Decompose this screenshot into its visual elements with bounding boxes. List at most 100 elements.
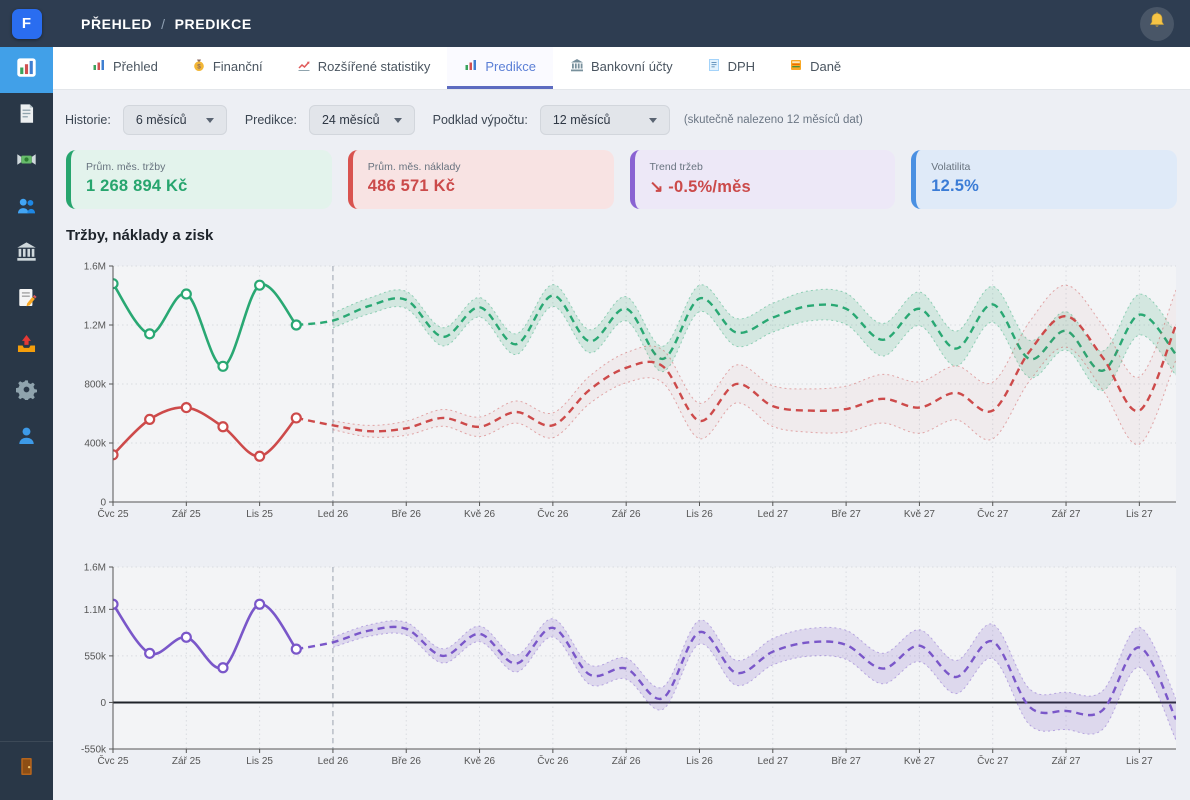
breadcrumb: PŘEHLED/PREDIKCE [81,16,252,32]
stat-card-value: 1 268 894 Kč [86,177,317,196]
chart-section-title: Tržby, náklady a zisk [53,211,1190,244]
breadcrumb-parent[interactable]: PŘEHLED [81,16,152,32]
svg-text:Led 27: Led 27 [757,509,788,520]
svg-text:Bře 26: Bře 26 [392,756,422,767]
svg-text:Zář 25: Zář 25 [172,509,201,520]
svg-text:Bře 26: Bře 26 [392,509,422,520]
memo-icon [16,287,37,313]
chart-increasing-icon [297,58,311,75]
logo-area: F [0,0,53,47]
sidebar-item-logout[interactable] [0,746,53,792]
svg-text:0: 0 [100,498,106,509]
svg-text:Lis 27: Lis 27 [1126,756,1153,767]
svg-text:1.6M: 1.6M [84,262,106,273]
svg-text:Čvc 27: Čvc 27 [977,507,1009,520]
tab-bar: Přehled $ Finanční Rozšířené statistiky … [53,47,1190,90]
svg-text:Zář 27: Zář 27 [1052,509,1081,520]
prediction-label: Predikce: [245,113,297,127]
bar-chart-icon [92,58,106,75]
stat-card-volatility: Volatilita 12.5% [911,150,1177,209]
outbox-icon [16,333,37,359]
gear-icon [16,379,37,405]
sidebar-item-expenses[interactable] [0,139,53,185]
svg-text:Zář 26: Zář 26 [612,509,641,520]
tab-dph[interactable]: DPH [690,47,772,89]
tab-financni[interactable]: $ Finanční [175,47,280,89]
tab-label: DPH [728,59,755,74]
stat-card-revenue-trend: Trend tržeb ↘ -0.5%/měs [630,150,896,209]
svg-text:Led 26: Led 26 [318,756,349,767]
tab-label: Predikce [485,59,536,74]
main-content: Historie: 6 měsíců Predikce: 24 měsíců P… [53,90,1190,800]
sidebar-item-documents[interactable] [0,93,53,139]
stat-card-label: Prům. měs. tržby [86,161,317,173]
ledger-icon [789,58,803,75]
tab-label: Přehled [113,59,158,74]
prediction-select[interactable]: 24 měsíců [309,105,415,135]
stat-card-label: Prům. měs. náklady [368,161,599,173]
sidebar-item-export[interactable] [0,323,53,369]
tab-dane[interactable]: Daně [772,47,858,89]
tab-bankovni-ucty[interactable]: Bankovní účty [553,47,690,89]
svg-text:Led 27: Led 27 [757,756,788,767]
tab-label: Finanční [213,59,263,74]
svg-text:400k: 400k [84,439,107,450]
history-select[interactable]: 6 měsíců [123,105,227,135]
sidebar-item-bank[interactable] [0,231,53,277]
svg-text:Lis 25: Lis 25 [246,509,273,520]
stat-card-value: 486 571 Kč [368,177,599,196]
tab-label: Rozšířené statistiky [318,59,431,74]
svg-text:Čvc 25: Čvc 25 [97,754,129,767]
bank-icon [570,58,584,75]
stat-card-label: Volatilita [931,161,1162,173]
stat-card-value: 12.5% [931,177,1162,196]
receipt-icon [707,58,721,75]
svg-text:Lis 27: Lis 27 [1126,509,1153,520]
svg-text:Bře 27: Bře 27 [831,756,861,767]
stat-card-value: ↘ -0.5%/měs [650,177,881,197]
svg-text:-550k: -550k [81,745,107,756]
stat-card-avg-revenue: Prům. měs. tržby 1 268 894 Kč [66,150,332,209]
chevron-down-icon [394,118,402,123]
tab-prehled[interactable]: Přehled [75,47,175,89]
sidebar-item-settings[interactable] [0,369,53,415]
sidebar-item-dashboard[interactable] [0,47,53,93]
svg-text:Bře 27: Bře 27 [831,509,861,520]
app-logo[interactable]: F [12,9,42,39]
sidebar-item-contacts[interactable] [0,185,53,231]
bell-icon [1147,11,1167,36]
sidebar-item-profile[interactable] [0,415,53,461]
document-icon [16,103,37,129]
bank-icon [16,241,37,267]
svg-text:Kvě 27: Kvě 27 [904,756,936,767]
charts-area: 0400k800k1.2M1.6MČvc 25Zář 25Lis 25Led 2… [53,256,1190,780]
svg-text:Lis 25: Lis 25 [246,756,273,767]
sidebar: F [0,0,53,800]
svg-text:Zář 27: Zář 27 [1052,756,1081,767]
stat-card-avg-costs: Prům. měs. náklady 486 571 Kč [348,150,614,209]
sidebar-divider [0,741,53,742]
chevron-down-icon [649,118,657,123]
svg-text:Čvc 26: Čvc 26 [537,507,569,520]
svg-text:Kvě 26: Kvě 26 [464,756,496,767]
svg-text:Zář 25: Zář 25 [172,756,201,767]
sidebar-item-notes[interactable] [0,277,53,323]
breadcrumb-current: PREDIKCE [175,16,252,32]
stat-cards-row: Prům. měs. tržby 1 268 894 Kč Prům. měs.… [53,145,1190,211]
svg-text:$: $ [197,64,201,71]
tab-label: Daně [810,59,841,74]
svg-text:Čvc 26: Čvc 26 [537,754,569,767]
bar-chart-icon [464,58,478,75]
svg-text:Kvě 26: Kvě 26 [464,509,496,520]
basis-select[interactable]: 12 měsíců [540,105,670,135]
svg-text:1.1M: 1.1M [84,605,106,616]
basis-label: Podklad výpočtu: [433,113,528,127]
svg-text:0: 0 [100,698,106,709]
stat-card-label: Trend tržeb [650,161,881,173]
tab-predikce[interactable]: Predikce [447,47,553,89]
basis-select-value: 12 měsíců [553,113,611,127]
money-with-wings-icon [16,149,37,175]
svg-text:Lis 26: Lis 26 [686,756,713,767]
tab-rozsirene-statistiky[interactable]: Rozšířené statistiky [280,47,448,89]
notifications-button[interactable] [1140,7,1174,41]
